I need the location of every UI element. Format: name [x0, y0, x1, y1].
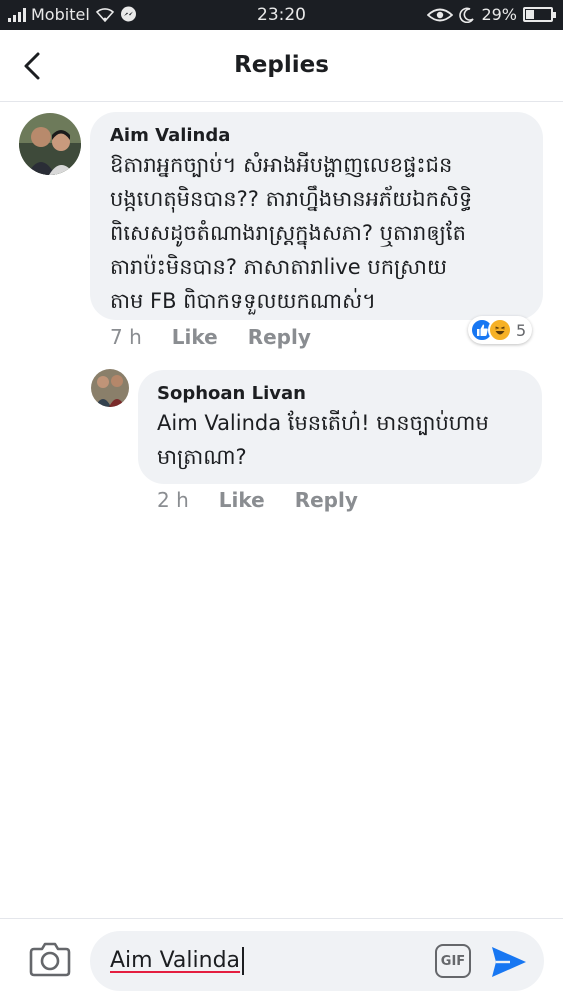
battery-icon — [523, 7, 556, 22]
mention-tag: Aim Valinda — [110, 948, 241, 973]
comment-author[interactable]: Aim Valinda — [110, 125, 472, 146]
moon-icon — [459, 7, 475, 23]
camera-button[interactable] — [28, 939, 72, 979]
reply-author[interactable]: Sophoan Livan — [157, 383, 489, 404]
comment-actions: 7 h Like Reply — [110, 325, 311, 349]
avatar[interactable] — [19, 113, 81, 175]
profile-photo — [91, 369, 129, 407]
reply-line: Aim Valinda មែនតើហ៎! មានច្បាប់ហាម — [157, 411, 489, 435]
gif-button[interactable]: GIF — [435, 944, 471, 978]
eye-icon — [427, 8, 454, 21]
reply-composer: Aim Valinda GIF — [0, 918, 563, 1000]
header: Replies — [0, 30, 563, 102]
comment-line: ពិសេសដូចតំណាងរាស្ត្រក្នុងសភា? ឬតារាឲ្យតែ — [110, 221, 466, 245]
comment-line: ឱតារាអ្នកច្បាប់។ សំអាងអីបង្ហាញលេខផ្ទះជន — [110, 153, 453, 177]
haha-reaction-icon — [488, 318, 512, 342]
text-cursor — [242, 947, 245, 975]
like-button[interactable]: Like — [219, 488, 265, 512]
comment-line: បង្កហេតុមិនបាន?? តារាហ្នឹងមានអភ័យឯកសិទ្ធ… — [110, 187, 473, 211]
send-button[interactable] — [490, 944, 528, 980]
reply-button[interactable]: Reply — [295, 488, 358, 512]
reply-input-text[interactable]: Aim Valinda — [110, 947, 245, 975]
reaction-summary[interactable]: 5 — [468, 316, 533, 344]
profile-photo — [19, 113, 81, 175]
reaction-count: 5 — [516, 320, 527, 340]
battery-fill — [526, 10, 534, 19]
reply-input[interactable]: Aim Valinda GIF — [90, 931, 544, 991]
status-right: 29% — [427, 5, 556, 24]
comment-line: តាម FB ពិបាកទទួលយកណាស់។ — [110, 289, 376, 313]
battery-percent: 29% — [481, 5, 517, 24]
send-icon — [492, 947, 526, 977]
reply-actions: 2 h Like Reply — [157, 488, 358, 512]
reply-bubble[interactable]: Sophoan Livan Aim Valinda មែនតើហ៎! មានច្… — [138, 370, 542, 484]
comment-time[interactable]: 7 h — [110, 325, 142, 349]
reply-time[interactable]: 2 h — [157, 488, 189, 512]
reply-avatar[interactable] — [91, 369, 129, 407]
reply-button[interactable]: Reply — [248, 325, 311, 349]
camera-icon — [29, 942, 71, 977]
comment-line: តារាប៉ះមិនបាន? ភាសាតារាlive បកស្រាយ — [110, 255, 447, 279]
reply-line: មាត្រាណា? — [157, 445, 247, 469]
like-button[interactable]: Like — [172, 325, 218, 349]
comment-bubble[interactable]: Aim Valinda ឱតារាអ្នកច្បាប់។ សំអាងអីបង្ហ… — [90, 112, 543, 320]
status-bar: Mobitel 23:20 29% — [0, 0, 563, 30]
page-title: Replies — [234, 52, 329, 78]
